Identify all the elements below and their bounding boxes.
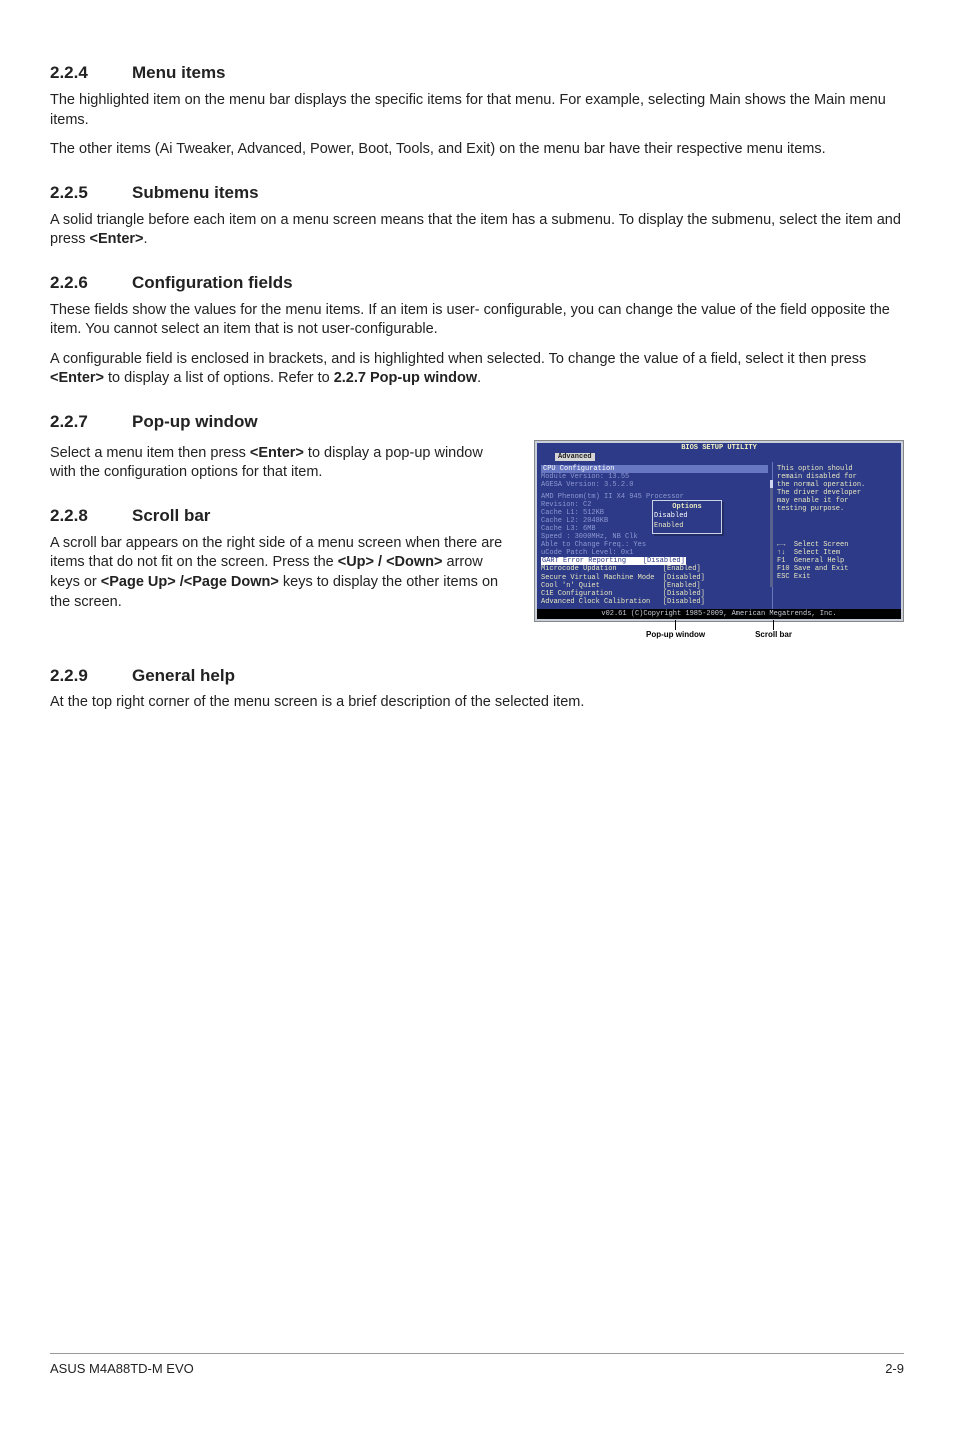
- scrollbar: [770, 480, 773, 587]
- bios-screenshot: BIOS SETUP UTILITY Advanced CPU Configur…: [534, 440, 904, 643]
- para: A scroll bar appears on the right side o…: [50, 534, 512, 612]
- bios-item: Cool 'n' Quiet [Enabled]: [541, 582, 768, 590]
- callout-scrollbar: Scroll bar: [755, 620, 792, 641]
- footer-right: 2-9: [885, 1360, 904, 1378]
- para: The other items (Ai Tweaker, Advanced, P…: [50, 140, 904, 160]
- bios-item: Advanced Clock Calibration [Disabled]: [541, 598, 768, 606]
- bios-tab-advanced: Advanced: [555, 453, 595, 461]
- para: At the top right corner of the menu scre…: [50, 693, 904, 713]
- bios-footer: v02.61 (C)Copyright 1985-2009, American …: [537, 609, 901, 619]
- para: A solid triangle before each item on a m…: [50, 211, 904, 250]
- heading-224: 2.2.4Menu items: [50, 62, 904, 85]
- bios-item: Microcode Updation [Enabled]: [541, 565, 768, 573]
- bios-section-header: CPU Configuration: [541, 465, 768, 473]
- para: The highlighted item on the menu bar dis…: [50, 91, 904, 130]
- heading-229: 2.2.9General help: [50, 665, 904, 688]
- heading-227: 2.2.7Pop-up window: [50, 411, 904, 434]
- heading-226: 2.2.6Configuration fields: [50, 272, 904, 295]
- para: These fields show the values for the men…: [50, 301, 904, 340]
- heading-228: 2.2.8Scroll bar: [50, 505, 512, 528]
- callout-popup: Pop-up window: [646, 620, 705, 641]
- page-footer: ASUS M4A88TD-M EVO 2-9: [50, 1353, 904, 1378]
- bios-nav: ←→ Select Screen: [777, 541, 897, 549]
- bios-item: Secure Virtual Machine Mode [Disabled]: [541, 574, 768, 582]
- para: Select a menu item then press <Enter> to…: [50, 444, 512, 483]
- bios-title: BIOS SETUP UTILITY: [537, 443, 901, 453]
- para: A configurable field is enclosed in brac…: [50, 350, 904, 389]
- bios-help-line: This option should: [777, 465, 897, 473]
- bios-item: C1E Configuration [Disabled]: [541, 590, 768, 598]
- footer-left: ASUS M4A88TD-M EVO: [50, 1360, 194, 1378]
- heading-225: 2.2.5Submenu items: [50, 182, 904, 205]
- bios-popup: Options Disabled Enabled: [652, 500, 722, 534]
- bios-selected-row: GART Error Reporting [Disabled]: [541, 557, 686, 565]
